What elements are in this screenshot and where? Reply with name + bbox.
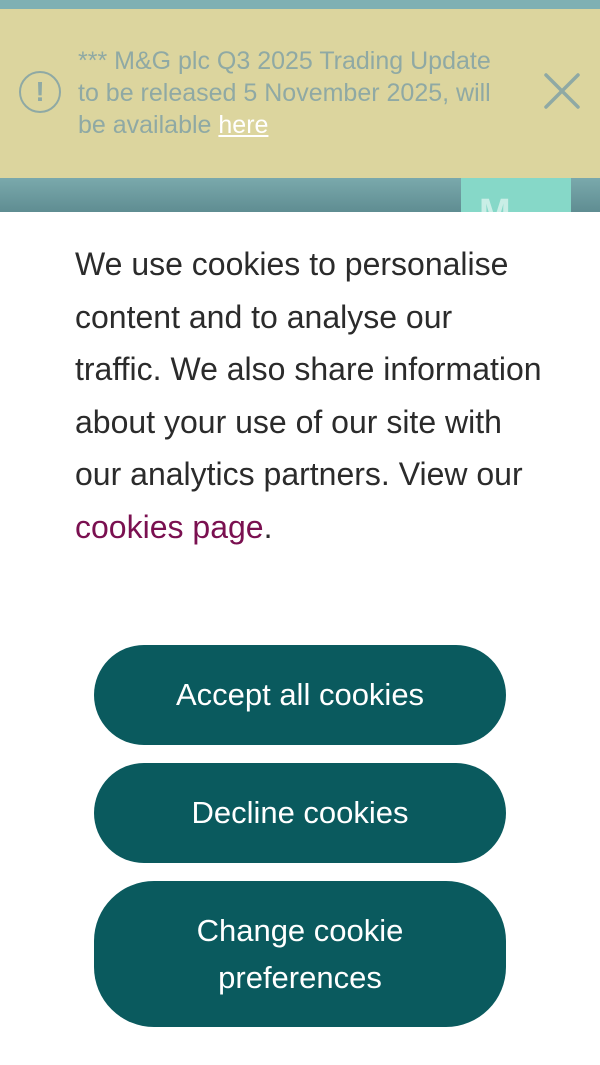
decline-button-label: Decline cookies	[191, 795, 409, 830]
decline-cookies-button[interactable]: Decline cookies	[94, 763, 506, 863]
logo[interactable]: M	[461, 178, 571, 212]
accept-button-label: Accept all cookies	[175, 677, 425, 712]
cookies-page-link[interactable]: cookies page	[75, 509, 264, 545]
announcement-banner: ! *** M&G plc Q3 2025 Trading Update to …	[0, 9, 600, 178]
cookie-message: We use cookies to personalise content an…	[75, 238, 545, 553]
announcement-message: *** M&G plc Q3 2025 Trading Update to be…	[78, 47, 491, 139]
top-accent-bar	[0, 0, 600, 9]
change-cookie-preferences-button[interactable]: Change cookie preferences	[94, 881, 506, 1027]
alert-circle-icon: !	[19, 71, 61, 113]
announcement-link[interactable]: here	[218, 111, 268, 139]
announcement-text: *** M&G plc Q3 2025 Trading Update to be…	[78, 45, 518, 141]
cookie-message-end: .	[263, 508, 273, 545]
accept-all-cookies-button[interactable]: Accept all cookies	[94, 645, 506, 745]
cookie-message-text: We use cookies to personalise content an…	[75, 246, 542, 492]
close-icon[interactable]	[540, 69, 584, 113]
cookie-consent-dialog: We use cookies to personalise content an…	[0, 212, 600, 1065]
change-button-label: Change cookie preferences	[196, 913, 404, 995]
logo-text: M	[479, 192, 511, 212]
